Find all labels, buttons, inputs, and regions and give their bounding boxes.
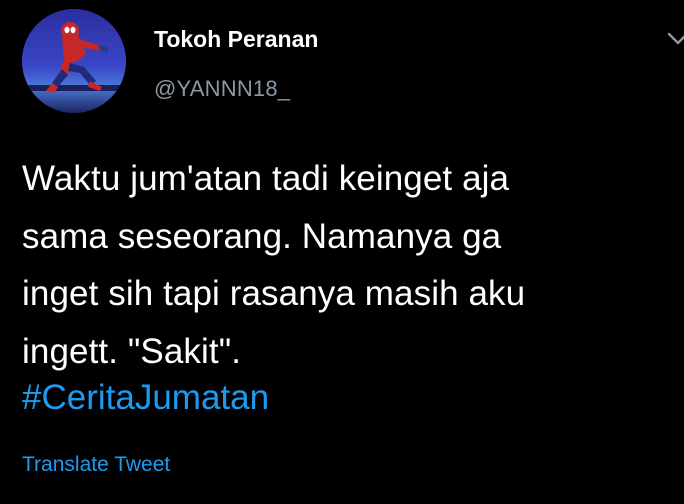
tweet-card: Tokoh Peranan @YANNN18_ Waktu jum'atan t… [0, 0, 684, 504]
tweet-text: Waktu jum'atan tadi keinget aja sama ses… [22, 150, 672, 380]
author-handle[interactable]: @YANNN18_ [154, 76, 290, 102]
hashtag-link[interactable]: #CeritaJumatan [22, 369, 269, 427]
chevron-down-icon[interactable] [666, 28, 684, 50]
translate-tweet-link[interactable]: Translate Tweet [22, 453, 170, 477]
tweet-text-line: sama seseorang. Namanya ga [22, 216, 502, 256]
avatar[interactable] [22, 9, 126, 113]
author-display-name[interactable]: Tokoh Peranan [154, 26, 318, 53]
tweet-text-line: inget sih tapi rasanya masih aku [22, 274, 526, 313]
tweet-text-line: Waktu jum'atan tadi keinget aja [22, 159, 510, 198]
